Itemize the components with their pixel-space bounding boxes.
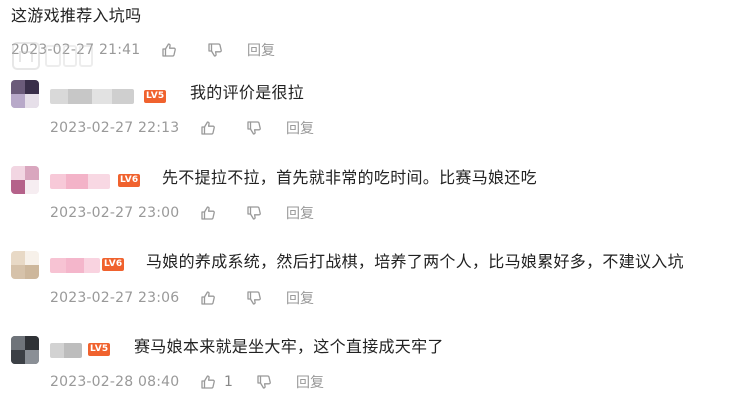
reply-item: LV6 先不提拉不拉，首先就非常的吃时间。比赛马娘还吃 2023-02-27 2… [0, 162, 750, 242]
dislike-button[interactable] [246, 120, 286, 136]
avatar[interactable] [11, 166, 39, 194]
level-badge: LV6 [118, 174, 141, 187]
reply-button[interactable]: 回复 [286, 203, 314, 223]
reply-date: 2023-02-27 23:06 [50, 290, 180, 306]
username-blurred[interactable] [50, 343, 82, 358]
thumb-up-icon [201, 291, 215, 305]
dislike-button[interactable] [207, 42, 247, 58]
comment-text: 这游戏推荐入坑吗 [11, 6, 142, 25]
dislike-button[interactable] [246, 290, 286, 306]
reply-button[interactable]: 回复 [286, 288, 314, 308]
comment-thread: 这游戏推荐入坑吗 2023-02-27 21:41 回复 LV5 我的评价是很拉… [0, 0, 750, 412]
reply-button[interactable]: 回复 [286, 118, 314, 138]
reply-date: 2023-02-27 23:00 [50, 205, 180, 221]
username-blurred[interactable] [50, 258, 100, 273]
thumb-down-icon [247, 121, 261, 135]
username-blurred[interactable] [50, 89, 134, 104]
avatar[interactable] [11, 251, 39, 279]
reply-item: LV5 赛马娘本来就是坐大牢，这个直接成天牢了 2023-02-28 08:40… [0, 332, 750, 412]
avatar[interactable] [11, 336, 39, 364]
like-button[interactable]: 1 [200, 374, 256, 390]
reply-button[interactable]: 回复 [247, 40, 275, 60]
avatar[interactable] [11, 80, 39, 108]
reply-meta: 2023-02-27 22:13 回复 [50, 118, 314, 138]
thumb-up-icon [201, 121, 215, 135]
like-button[interactable] [200, 290, 246, 306]
reply-item: LV6 马娘的养成系统，然后打战棋，培养了两个人，比马娘累好多，不建议入坑 20… [0, 247, 750, 327]
reply-text: 赛马娘本来就是坐大牢，这个直接成天牢了 [134, 337, 444, 356]
thumb-up-icon [201, 206, 215, 220]
reply-date: 2023-02-28 08:40 [50, 374, 180, 390]
thumb-down-icon [257, 375, 271, 389]
thumb-down-icon [247, 206, 261, 220]
like-button[interactable] [161, 42, 207, 58]
like-button[interactable] [200, 120, 246, 136]
watermark-logo [12, 42, 93, 70]
username-blurred[interactable] [50, 174, 110, 189]
reply-item: LV5 我的评价是很拉 2023-02-27 22:13 回复 [0, 76, 750, 156]
level-badge: LV6 [102, 258, 125, 271]
reply-text: 先不提拉不拉，首先就非常的吃时间。比赛马娘还吃 [162, 168, 537, 187]
level-badge: LV5 [144, 90, 167, 103]
like-count: 1 [224, 374, 233, 390]
reply-meta: 2023-02-28 08:40 1 回复 [50, 372, 324, 392]
level-badge: LV5 [88, 343, 111, 356]
reply-button[interactable]: 回复 [296, 372, 324, 392]
thumb-down-icon [247, 291, 261, 305]
dislike-button[interactable] [256, 374, 296, 390]
reply-text: 马娘的养成系统，然后打战棋，培养了两个人，比马娘累好多，不建议入坑 [146, 252, 684, 271]
reply-date: 2023-02-27 22:13 [50, 120, 180, 136]
reply-text: 我的评价是很拉 [190, 83, 305, 102]
thumb-up-icon [201, 375, 215, 389]
thumb-down-icon [208, 43, 222, 57]
reply-meta: 2023-02-27 23:06 回复 [50, 288, 314, 308]
dislike-button[interactable] [246, 205, 286, 221]
thumb-up-icon [162, 43, 176, 57]
like-button[interactable] [200, 205, 246, 221]
reply-meta: 2023-02-27 23:00 回复 [50, 203, 314, 223]
